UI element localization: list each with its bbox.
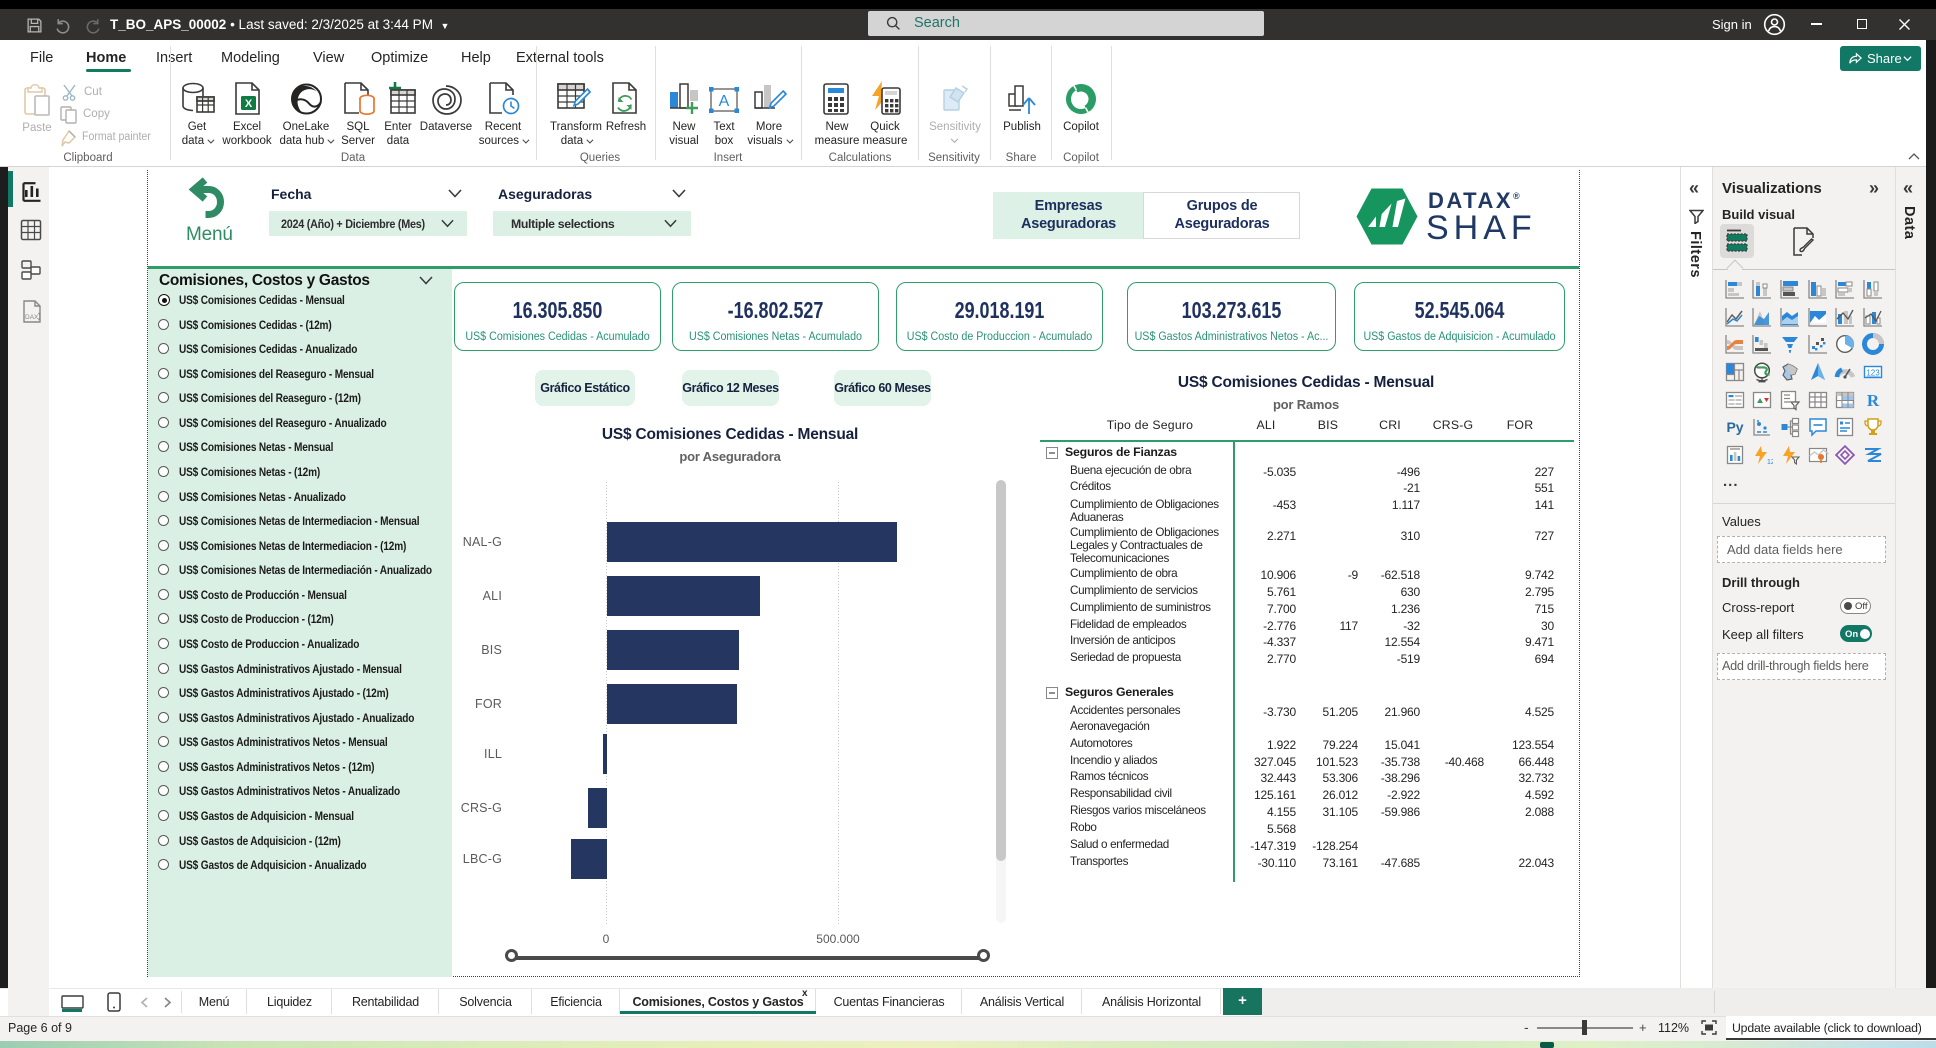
svg-text:A: A xyxy=(719,93,730,110)
svg-text:Py: Py xyxy=(1726,419,1743,435)
svg-text:123: 123 xyxy=(1866,369,1880,378)
svg-text:123: 123 xyxy=(1767,459,1773,466)
svg-text:X: X xyxy=(245,98,253,110)
svg-text:DAX: DAX xyxy=(25,314,39,321)
svg-text:R: R xyxy=(1867,391,1880,410)
